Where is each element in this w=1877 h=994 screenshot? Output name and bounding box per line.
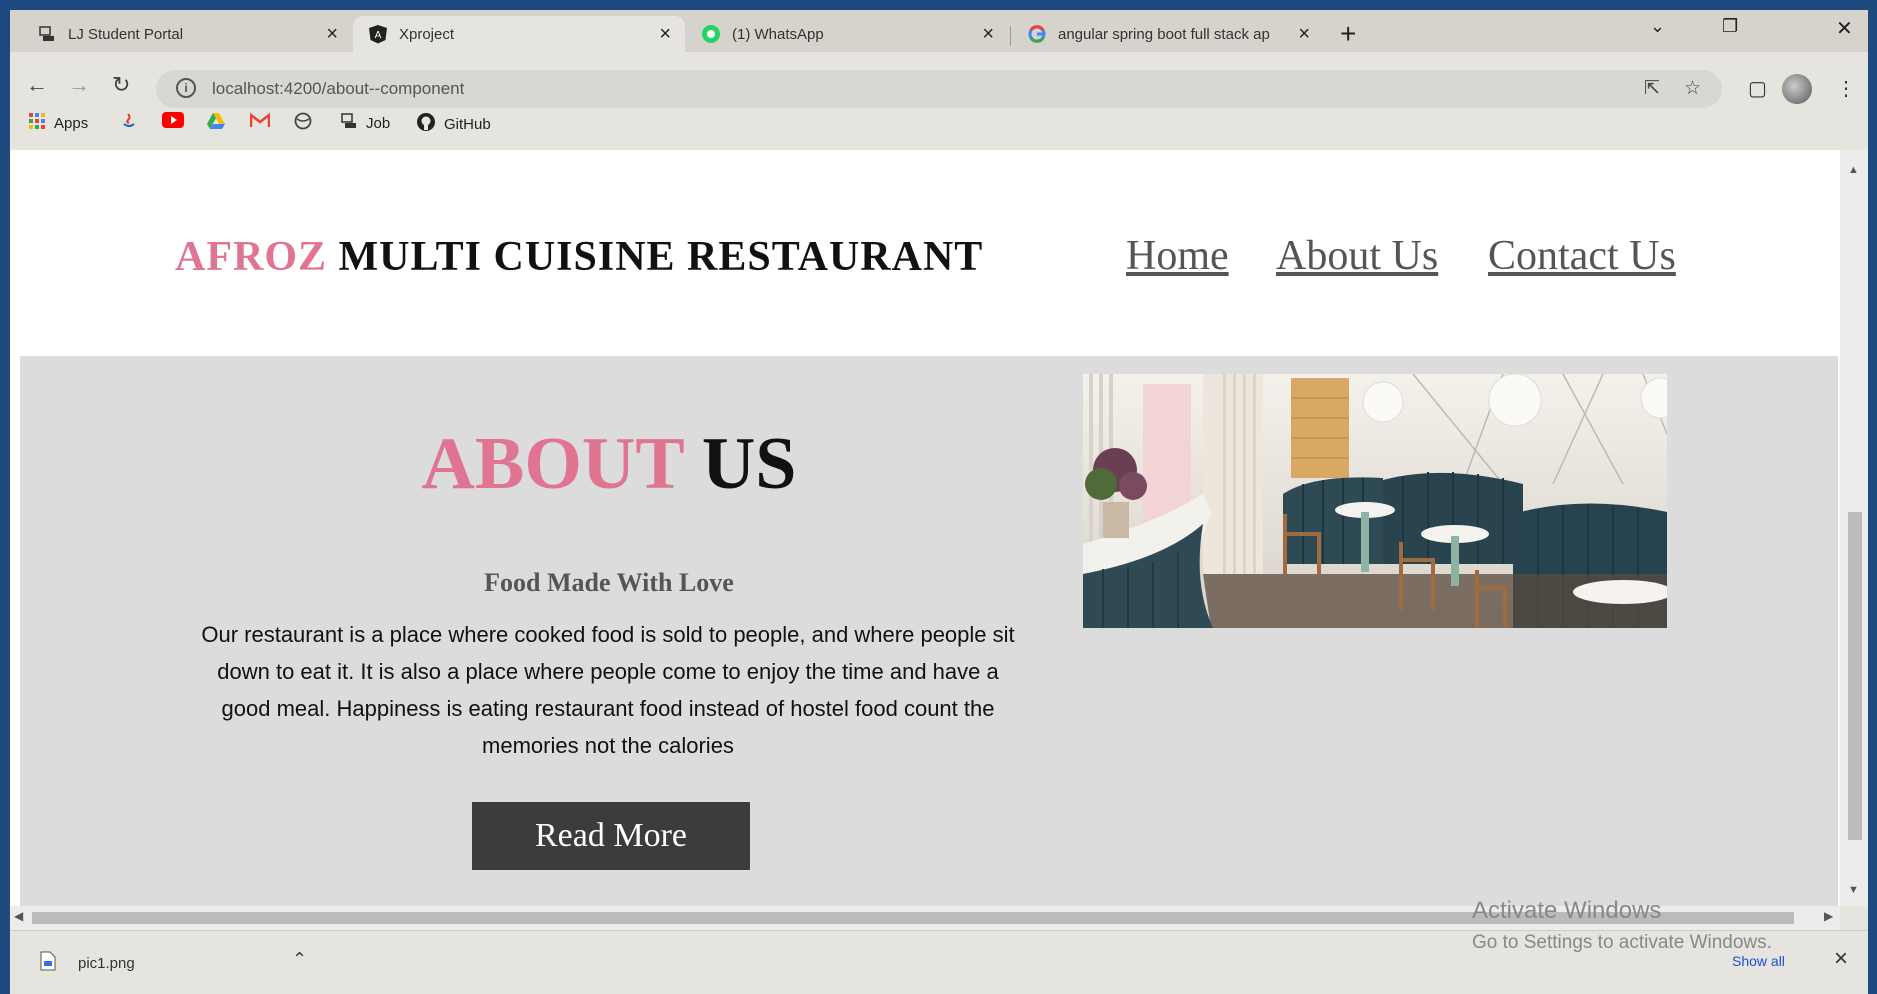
- bookmark-drive[interactable]: [206, 112, 234, 134]
- nav-link-contact-us[interactable]: Contact Us: [1488, 232, 1676, 280]
- java-icon: [120, 112, 138, 134]
- close-icon[interactable]: ×: [982, 23, 994, 46]
- browser-toolbar: ← → ↻ i localhost:4200/about--component …: [10, 52, 1868, 128]
- brand-accent: AFROZ: [175, 234, 327, 280]
- github-icon: [416, 112, 436, 136]
- close-icon[interactable]: ×: [1298, 23, 1310, 46]
- tab-whatsapp[interactable]: (1) WhatsApp ×: [686, 16, 1008, 52]
- share-icon[interactable]: ⇱: [1644, 77, 1660, 100]
- bookmark-job[interactable]: Job: [340, 112, 390, 134]
- tab-xproject[interactable]: A Xproject ×: [353, 16, 685, 52]
- tab-label: Xproject: [399, 25, 455, 43]
- about-heading: ABOUT US: [20, 422, 1198, 507]
- tab-google-search[interactable]: angular spring boot full stack ap ×: [1012, 16, 1324, 52]
- job-icon: [340, 112, 358, 134]
- page-viewport: AFROZ MULTI CUISINE RESTAURANT Home Abou…: [10, 150, 1840, 906]
- svg-text:A: A: [375, 30, 382, 41]
- close-window-icon[interactable]: ✕: [1836, 16, 1853, 41]
- scroll-left-arrow-icon[interactable]: ◀: [14, 909, 23, 923]
- bookmark-gmail[interactable]: [249, 112, 278, 132]
- activate-windows-title: Activate Windows: [1472, 897, 1662, 924]
- brand-rest: MULTI CUISINE RESTAURANT: [338, 234, 984, 280]
- close-icon[interactable]: ×: [326, 23, 338, 46]
- vertical-scrollbar[interactable]: ▲ ▼: [1840, 150, 1868, 906]
- about-heading-rest: US: [701, 423, 797, 505]
- download-item[interactable]: pic1.png: [40, 951, 135, 975]
- bookmark-java[interactable]: [120, 112, 146, 134]
- download-file-name: pic1.png: [78, 954, 135, 972]
- tab-label: LJ Student Portal: [68, 25, 184, 43]
- close-icon[interactable]: ×: [1834, 945, 1848, 973]
- browser-window: LJ Student Portal × A Xproject × (1) Wha…: [10, 10, 1868, 994]
- scroll-up-arrow-icon[interactable]: ▲: [1848, 164, 1859, 176]
- google-drive-icon: [206, 112, 226, 134]
- restore-window-icon[interactable]: ❐: [1722, 16, 1738, 37]
- new-tab-icon[interactable]: +: [1340, 18, 1356, 50]
- globe-icon: [294, 112, 312, 134]
- bookmark-github[interactable]: GitHub: [416, 112, 491, 136]
- close-icon[interactable]: ×: [659, 23, 671, 46]
- address-bar[interactable]: i localhost:4200/about--component ⇱ ☆: [156, 70, 1722, 108]
- about-subtitle: Food Made With Love: [484, 568, 734, 597]
- profile-avatar[interactable]: [1782, 74, 1812, 104]
- chevron-up-icon[interactable]: ⌃: [292, 949, 307, 970]
- bookmark-label: Apps: [54, 114, 89, 132]
- tab-strip: LJ Student Portal × A Xproject × (1) Wha…: [10, 10, 1868, 52]
- tab-label: angular spring boot full stack ap: [1058, 25, 1270, 43]
- file-icon: [40, 951, 56, 975]
- brand-logo-text[interactable]: AFROZ MULTI CUISINE RESTAURANT: [175, 233, 983, 281]
- restaurant-interior-image: [1083, 374, 1667, 628]
- bookmark-star-icon[interactable]: ☆: [1684, 77, 1701, 100]
- back-arrow-icon[interactable]: ←: [26, 72, 48, 98]
- google-icon: [1026, 23, 1048, 45]
- nav-link-about-us[interactable]: About Us: [1276, 232, 1438, 280]
- menu-kebab-icon[interactable]: ⋮: [1836, 76, 1856, 101]
- nav-link-home[interactable]: Home: [1126, 232, 1229, 280]
- url-text[interactable]: localhost:4200/about--component: [212, 79, 464, 99]
- forward-arrow-icon[interactable]: →: [68, 72, 90, 98]
- about-heading-accent: ABOUT: [421, 423, 684, 505]
- apps-grid-icon: [28, 112, 46, 134]
- bookmark-label: Job: [366, 114, 391, 132]
- read-more-button[interactable]: Read More: [472, 802, 750, 870]
- scroll-down-arrow-icon[interactable]: ▼: [1848, 884, 1859, 896]
- youtube-icon: [162, 112, 184, 132]
- angular-icon: A: [367, 23, 389, 45]
- bookmark-youtube[interactable]: [162, 112, 192, 132]
- tab-student-portal[interactable]: LJ Student Portal ×: [22, 16, 352, 52]
- about-section: ABOUT US Food Made With Love Our restaur…: [20, 356, 1838, 906]
- whatsapp-icon: [700, 23, 722, 45]
- bookmark-globe[interactable]: [294, 112, 320, 134]
- tab-search-chevron-icon[interactable]: ⌄: [1650, 16, 1665, 37]
- reload-icon[interactable]: ↻: [112, 72, 130, 98]
- site-info-icon[interactable]: i: [176, 78, 196, 98]
- activate-windows-subtitle: Go to Settings to activate Windows.: [1472, 932, 1772, 953]
- gmail-icon: [249, 112, 271, 132]
- scroll-right-arrow-icon[interactable]: ▶: [1824, 909, 1833, 923]
- tab-label: (1) WhatsApp: [732, 25, 824, 43]
- about-description: Our restaurant is a place where cooked f…: [201, 622, 1015, 758]
- tab-separator: [1010, 26, 1011, 46]
- show-all-button[interactable]: Show all: [1732, 953, 1785, 969]
- bookmark-label: GitHub: [444, 115, 491, 133]
- bookmark-apps[interactable]: Apps: [28, 112, 88, 134]
- side-panel-icon[interactable]: ▢: [1748, 76, 1767, 101]
- portal-icon: [36, 23, 58, 45]
- vertical-scroll-thumb[interactable]: [1848, 512, 1862, 840]
